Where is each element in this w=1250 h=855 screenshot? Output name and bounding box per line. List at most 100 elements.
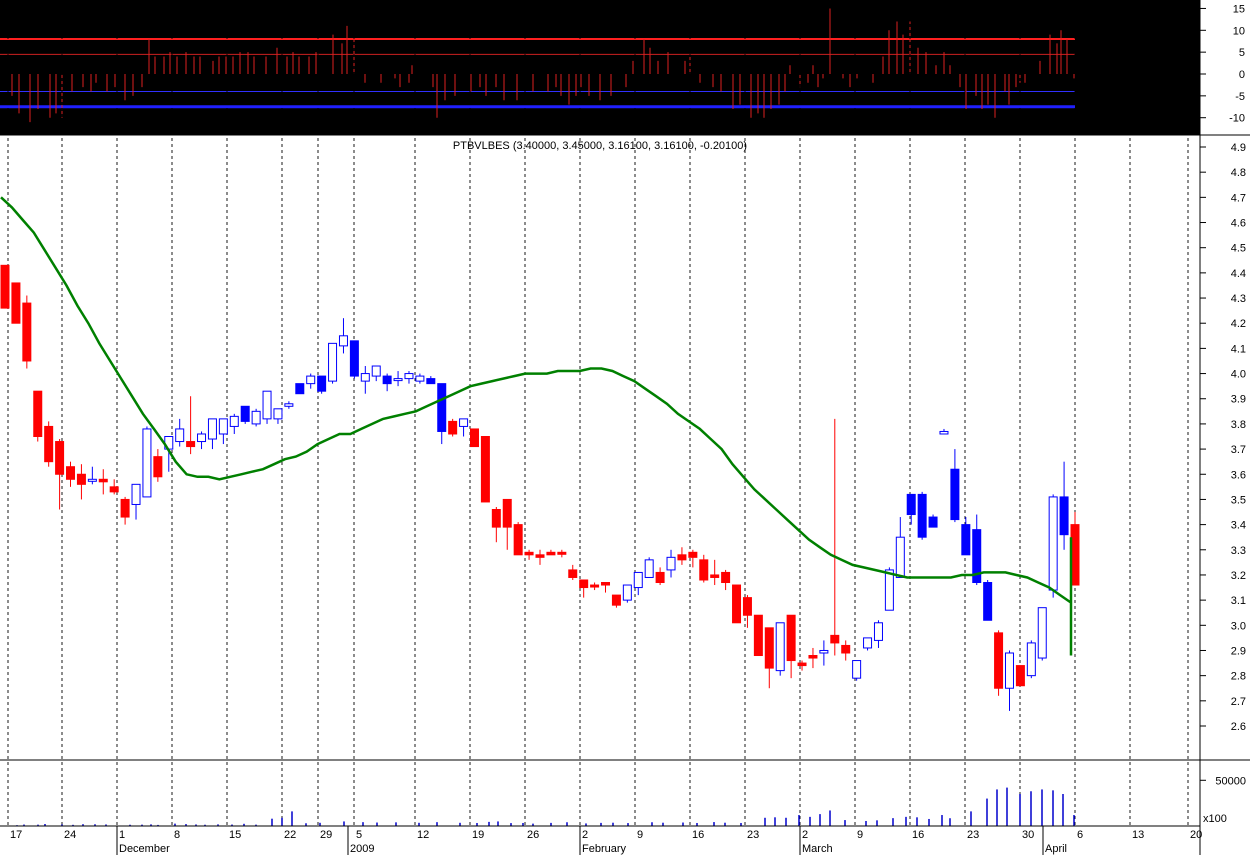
x-day-label: 24 (64, 829, 76, 841)
candle-body (950, 468, 960, 521)
x-month-label: December (119, 843, 170, 855)
price-tick-label: 3.3 (1231, 545, 1246, 557)
candle-body (33, 390, 43, 437)
price-tick-label: 4.5 (1231, 243, 1246, 255)
price-tick-label: 4.0 (1231, 369, 1246, 381)
price-tick-label: 2.9 (1231, 645, 1246, 657)
x-day-label: 2 (582, 829, 588, 841)
x-month-label: March (802, 843, 833, 855)
candle-body (1059, 496, 1069, 536)
candle-body (808, 655, 818, 659)
price-tick-label: 2.7 (1231, 696, 1246, 708)
candle-body (524, 551, 534, 556)
candle-body (306, 375, 316, 385)
price-tick-label: 2.6 (1231, 721, 1246, 733)
candle-body (338, 335, 348, 347)
price-tick-label: 4.9 (1231, 142, 1246, 154)
x-day-label: 6 (1077, 829, 1083, 841)
candle-body (1037, 607, 1047, 659)
candle-body (928, 516, 938, 528)
candle-body (415, 375, 425, 382)
candle-body (371, 365, 381, 377)
stock-chart: 151050-5-10 PTBVLBES (3.40000, 3.45000, … (0, 0, 1250, 855)
candle-body (448, 420, 458, 435)
price-tick-label: 2.8 (1231, 671, 1246, 683)
candle-body (884, 569, 894, 611)
candle-body (502, 498, 512, 528)
candle-body (917, 493, 927, 538)
candle-body (218, 418, 228, 435)
volume-tick-label: 50000 (1215, 775, 1246, 787)
candle-body (251, 410, 261, 425)
candle-body (328, 342, 338, 382)
candle-body (1048, 496, 1058, 591)
x-day-label: 8 (174, 829, 180, 841)
x-day-label: 15 (229, 829, 241, 841)
oscillator-axis: 15 10 5 0 -5 -10 (1200, 0, 1250, 135)
candle-body (1015, 665, 1025, 687)
candle-body (513, 524, 523, 556)
candle-body (426, 378, 436, 385)
candle-body (742, 597, 752, 616)
x-month-label: April (1045, 843, 1067, 855)
price-tick-label: 3.5 (1231, 494, 1246, 506)
candle-body (590, 584, 600, 588)
price-tick-label: 4.3 (1231, 293, 1246, 305)
price-tick-label: 3.7 (1231, 444, 1246, 456)
candle-body (186, 441, 196, 448)
price-tick-label: 3.4 (1231, 520, 1246, 532)
candle-body (153, 456, 163, 478)
price-tick-label: 4.1 (1231, 343, 1246, 355)
x-month-label: February (582, 843, 627, 855)
candle-body (666, 556, 676, 571)
candle-body (601, 582, 611, 586)
candle-body (480, 436, 490, 503)
candle-body (732, 584, 742, 624)
x-day-label: 5 (356, 829, 362, 841)
candle-body (961, 524, 971, 556)
candle-body (240, 405, 250, 422)
price-tick-label: 4.7 (1231, 192, 1246, 204)
volume-axis: 50000 x100 (1200, 775, 1246, 825)
x-day-label: 17 (10, 829, 22, 841)
candle-body (131, 483, 141, 505)
candle-body (44, 425, 54, 463)
candle-body (142, 428, 152, 498)
candle-body (819, 649, 829, 654)
candle-body (360, 373, 370, 382)
candle-body (55, 441, 65, 475)
candle-body (349, 340, 359, 377)
candle-body (644, 559, 654, 578)
candle-body (775, 622, 785, 672)
candle-body (76, 473, 86, 485)
candle-body (688, 551, 698, 558)
candle-body (546, 551, 556, 556)
x-day-label: 2 (802, 829, 808, 841)
candle-body (764, 627, 774, 669)
candle-body (710, 574, 720, 578)
candle-body (393, 378, 403, 382)
candle-body (382, 375, 392, 385)
candle-body (557, 551, 567, 555)
candle-body (994, 632, 1004, 689)
oscillator-tick-label: 0 (1239, 69, 1245, 81)
candle-body (0, 264, 10, 309)
price-tick-label: 3.6 (1231, 469, 1246, 481)
candle-body (66, 466, 76, 480)
oscillator-tick-label: -5 (1235, 91, 1245, 103)
x-day-label: 23 (967, 829, 979, 841)
candle-body (906, 493, 916, 516)
candle-body (830, 634, 840, 644)
candle-body (852, 660, 862, 679)
price-tick-label: 4.2 (1231, 318, 1246, 330)
candle-body (262, 390, 272, 420)
price-tick-label: 3.1 (1231, 595, 1246, 607)
candle-body (295, 383, 305, 395)
oscillator-tick-label: 10 (1233, 25, 1245, 37)
candle-body (579, 579, 589, 589)
candle-body (841, 644, 851, 654)
price-tick-label: 3.9 (1231, 394, 1246, 406)
candle-body (677, 554, 687, 561)
x-day-label: 19 (472, 829, 484, 841)
candle-body (655, 571, 665, 584)
